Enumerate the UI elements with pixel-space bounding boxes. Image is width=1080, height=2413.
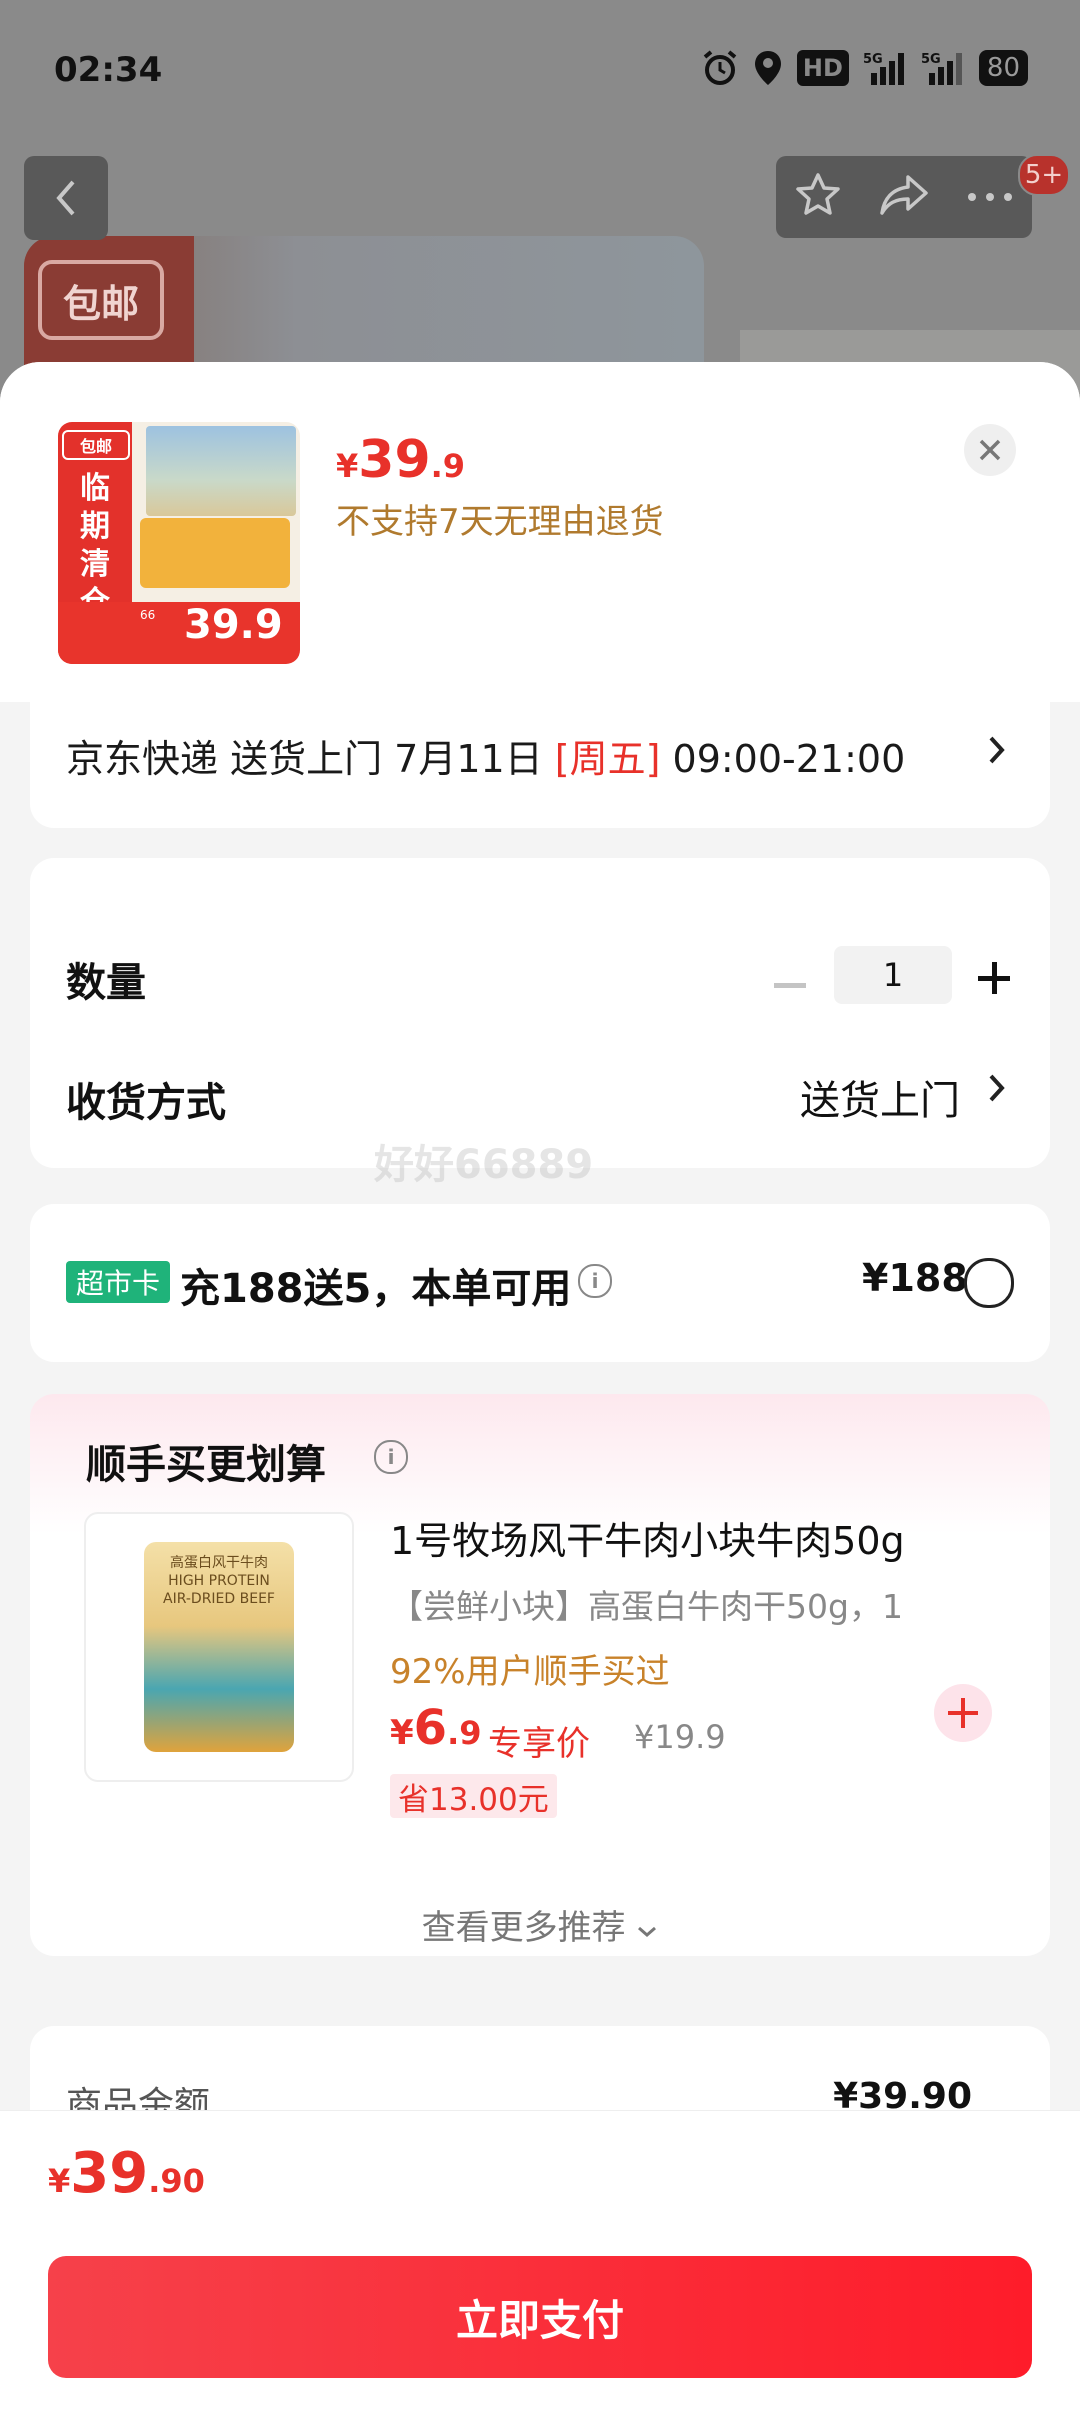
recommend-purchase-stat: 92%用户顺手买过 xyxy=(390,1652,670,1692)
sheet-header: 包邮 临期清仓 66 39.9 ¥39.9 不支持7天无理由退货 xyxy=(0,362,1080,702)
recommend-price-decimal: .9 xyxy=(447,1714,482,1752)
location-icon xyxy=(753,48,783,88)
message-count-badge: 5+ xyxy=(1018,154,1070,196)
plus-icon xyxy=(948,1698,978,1728)
product-bag-label: 高蛋白风干牛肉 HIGH PROTEIN AIR-DRIED BEEF xyxy=(163,1555,275,1607)
close-button[interactable] xyxy=(964,424,1016,476)
thumb-tag: 包邮 xyxy=(62,430,130,460)
recommendation-card: 顺手买更划算 i 高蛋白风干牛肉 HIGH PROTEIN AIR-DRIED … xyxy=(30,1394,1050,1956)
delivery-weekday: [周五] xyxy=(554,737,661,781)
delivery-text: 京东快递 送货上门 7月11日 [周五] 09:00-21:00 xyxy=(66,728,905,783)
recommendation-title: 顺手买更划算 xyxy=(86,1442,326,1488)
recommend-product-image[interactable]: 高蛋白风干牛肉 HIGH PROTEIN AIR-DRIED BEEF xyxy=(84,1512,354,1782)
svg-text:5G: 5G xyxy=(863,52,883,67)
share-icon[interactable] xyxy=(878,171,930,223)
recommend-price-integer: 6 xyxy=(413,1700,448,1756)
product-thumbnail: 包邮 临期清仓 66 39.9 xyxy=(58,422,300,664)
favorite-star-icon[interactable] xyxy=(794,171,842,223)
status-icons: HD 5G 5G 80 xyxy=(701,48,1028,88)
delivery-time-window: 09:00-21:00 xyxy=(660,737,906,781)
signal-5g-icon: 5G xyxy=(863,48,907,88)
quantity-decrease-button[interactable] xyxy=(770,966,810,1006)
quantity-increase-button[interactable] xyxy=(974,958,1014,998)
alarm-icon xyxy=(701,48,739,88)
thumb-old-price: 66 xyxy=(140,608,156,622)
promo-tag: 超市卡 xyxy=(66,1261,171,1303)
signal-5g-icon-2: 5G xyxy=(921,48,965,88)
thumb-product-box xyxy=(140,518,290,588)
price-decimal: .9 xyxy=(430,447,466,485)
back-button[interactable] xyxy=(24,156,108,240)
nav-actions xyxy=(776,156,1032,238)
thumb-vertical-text: 临期清仓 xyxy=(80,471,110,620)
minus-icon xyxy=(774,983,806,988)
saving-badge: 省13.00元 xyxy=(390,1774,557,1818)
info-icon[interactable]: i xyxy=(578,1264,612,1298)
recommend-product-name[interactable]: 1号牧场风干牛肉小块牛肉50g xyxy=(390,1510,905,1565)
quantity-label: 数量 xyxy=(66,960,146,1006)
original-price: ¥19.9 xyxy=(634,1718,726,1756)
watermark: 好好66889 xyxy=(374,1142,594,1188)
pay-now-button[interactable]: 立即支付 xyxy=(48,2256,1032,2378)
supermarket-card-promo[interactable]: 超市卡 充188送5，本单可用 i ¥188 xyxy=(30,1204,1050,1362)
price-currency: ¥ xyxy=(336,447,359,485)
purchase-sheet: 包邮 临期清仓 66 39.9 ¥39.9 不支持7天无理由退货 京东快递 送货… xyxy=(0,362,1080,2412)
quantity-shipping-card: 数量 1 收货方式 送货上门 xyxy=(30,858,1050,1168)
chevron-right-icon xyxy=(986,732,1008,778)
chevron-right-icon[interactable] xyxy=(986,1070,1008,1116)
status-bar: 02:34 HD 5G 5G 80 xyxy=(0,0,1080,140)
thumb-window-scene xyxy=(146,426,296,516)
shipping-method-value[interactable]: 送货上门 xyxy=(800,1068,960,1126)
shipping-label: 收货方式 xyxy=(66,1080,226,1126)
checkout-bar: ¥39.90 立即支付 xyxy=(0,2110,1080,2413)
more-recommendations-link[interactable]: 查看更多推荐 xyxy=(30,1900,1050,1949)
more-recommendations-label: 查看更多推荐 xyxy=(421,1908,626,1948)
free-shipping-badge: 包邮 xyxy=(38,260,164,340)
thumb-price: 39.9 xyxy=(184,602,283,648)
add-recommend-button[interactable] xyxy=(934,1684,992,1742)
promo-text: 充188送5，本单可用 xyxy=(180,1266,572,1312)
total-decimal: .90 xyxy=(148,2162,205,2200)
promo-price: ¥188 xyxy=(862,1256,968,1300)
battery-icon: 80 xyxy=(978,50,1028,86)
delivery-row[interactable]: 京东快递 送货上门 7月11日 [周五] 09:00-21:00 xyxy=(30,692,1050,828)
return-policy-note: 不支持7天无理由退货 xyxy=(336,502,664,542)
recommend-price: ¥6.9 xyxy=(390,1700,482,1756)
recommend-price-currency: ¥ xyxy=(390,1713,414,1753)
quantity-input[interactable]: 1 xyxy=(834,946,952,1004)
delivery-method: 京东快递 送货上门 7月11日 xyxy=(66,737,555,781)
close-icon xyxy=(979,439,1001,461)
plus-icon xyxy=(978,962,1010,994)
more-icon[interactable] xyxy=(966,188,1014,207)
chevron-left-icon xyxy=(56,180,75,216)
hd-icon: HD xyxy=(796,50,849,86)
chevron-down-icon xyxy=(638,1926,657,1937)
status-time: 02:34 xyxy=(54,50,163,90)
info-icon[interactable]: i xyxy=(374,1440,408,1474)
price-integer: 39 xyxy=(358,430,431,490)
recommend-product-subtitle: 【尝鲜小块】高蛋白牛肉干50g，1 xyxy=(390,1587,903,1626)
promo-select-radio[interactable] xyxy=(964,1258,1014,1308)
svg-text:5G: 5G xyxy=(921,52,941,67)
exclusive-price-label: 专享价 xyxy=(488,1724,590,1764)
total-currency: ¥ xyxy=(48,2162,71,2200)
product-price: ¥39.9 xyxy=(336,430,465,490)
total-integer: 39 xyxy=(70,2141,149,2206)
total-price: ¥39.90 xyxy=(48,2141,205,2206)
